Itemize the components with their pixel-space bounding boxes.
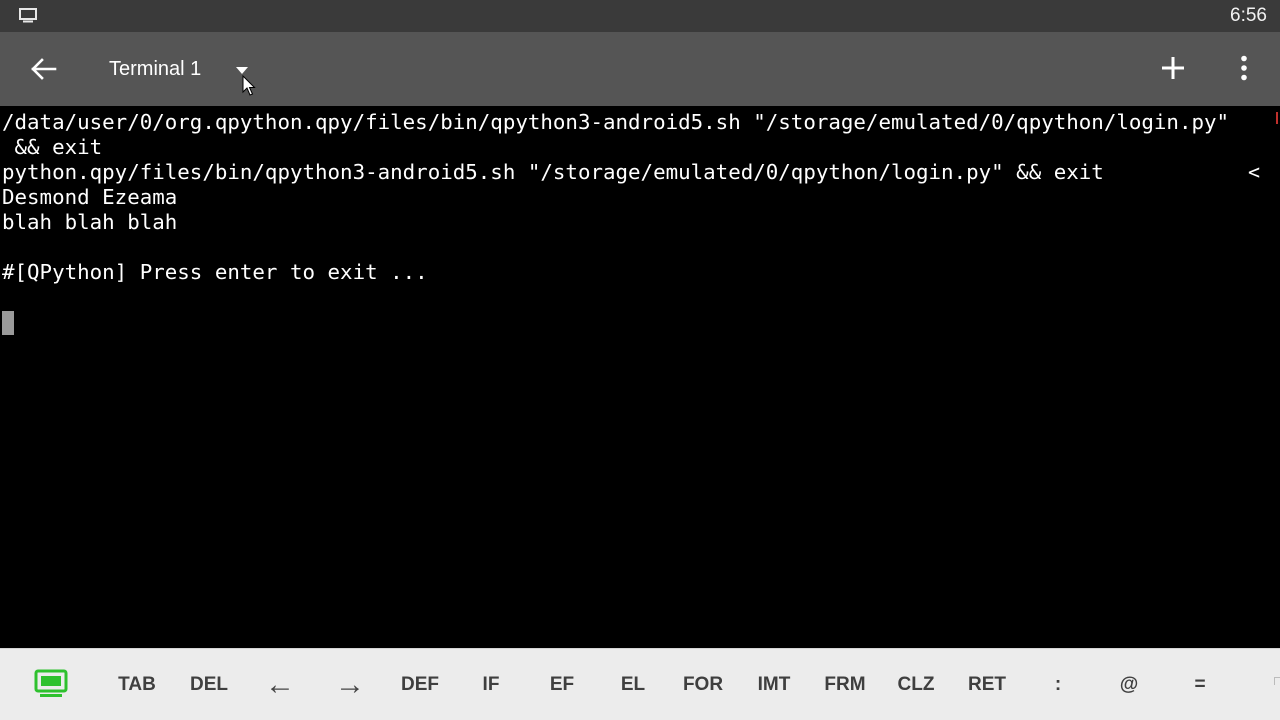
scroll-edge-indicator [1274, 677, 1280, 685]
extra-keys-bar: TAB DEL ← → DEF IF EF EL FOR IMT FRM CLZ… [0, 648, 1280, 720]
key-del[interactable]: DEL [184, 649, 234, 720]
key-ef[interactable]: EF [542, 649, 582, 720]
terminal-output[interactable]: /data/user/0/org.qpython.qpy/files/bin/q… [0, 106, 1280, 648]
key-frm[interactable]: FRM [819, 649, 871, 720]
key-for[interactable]: FOR [677, 649, 729, 720]
keyboard-toggle-icon[interactable] [34, 669, 68, 699]
terminal-line: #[QPython] Press enter to exit ... [2, 260, 428, 284]
key-el[interactable]: EL [613, 649, 653, 720]
key-if[interactable]: IF [471, 649, 511, 720]
mouse-pointer-icon [242, 75, 256, 96]
terminal-line: blah blah blah [2, 210, 178, 234]
new-terminal-button[interactable] [1154, 49, 1192, 87]
line-wrap-marker [1276, 112, 1278, 124]
key-def[interactable]: DEF [395, 649, 445, 720]
monitor-icon [19, 8, 37, 23]
plus-icon [1162, 57, 1184, 79]
overflow-menu-button[interactable] [1226, 49, 1262, 87]
key-equals[interactable]: = [1185, 649, 1215, 720]
key-left-arrow[interactable]: ← [260, 649, 300, 720]
terminal-line: Desmond Ezeama [2, 185, 178, 209]
status-bar: 6:56 [0, 0, 1280, 32]
key-at[interactable]: @ [1114, 649, 1144, 720]
status-time: 6:56 [1230, 5, 1267, 26]
terminal-line: python.qpy/files/bin/qpython3-android5.s… [2, 160, 1104, 184]
key-imt[interactable]: IMT [748, 649, 800, 720]
key-colon[interactable]: : [1043, 649, 1073, 720]
app-toolbar: Terminal 1 [0, 32, 1280, 106]
more-vertical-icon [1241, 55, 1247, 81]
terminal-line: /data/user/0/org.qpython.qpy/files/bin/q… [2, 110, 1230, 134]
arrow-left-icon [31, 58, 57, 80]
overflow-marker: < [1248, 160, 1261, 184]
terminal-line: && exit [2, 135, 103, 159]
back-button[interactable] [24, 50, 62, 88]
key-tab[interactable]: TAB [112, 649, 162, 720]
terminal-title[interactable]: Terminal 1 [109, 58, 201, 81]
key-clz[interactable]: CLZ [890, 649, 942, 720]
terminal-cursor [2, 311, 14, 335]
key-right-arrow[interactable]: → [330, 649, 370, 720]
key-ret[interactable]: RET [961, 649, 1013, 720]
